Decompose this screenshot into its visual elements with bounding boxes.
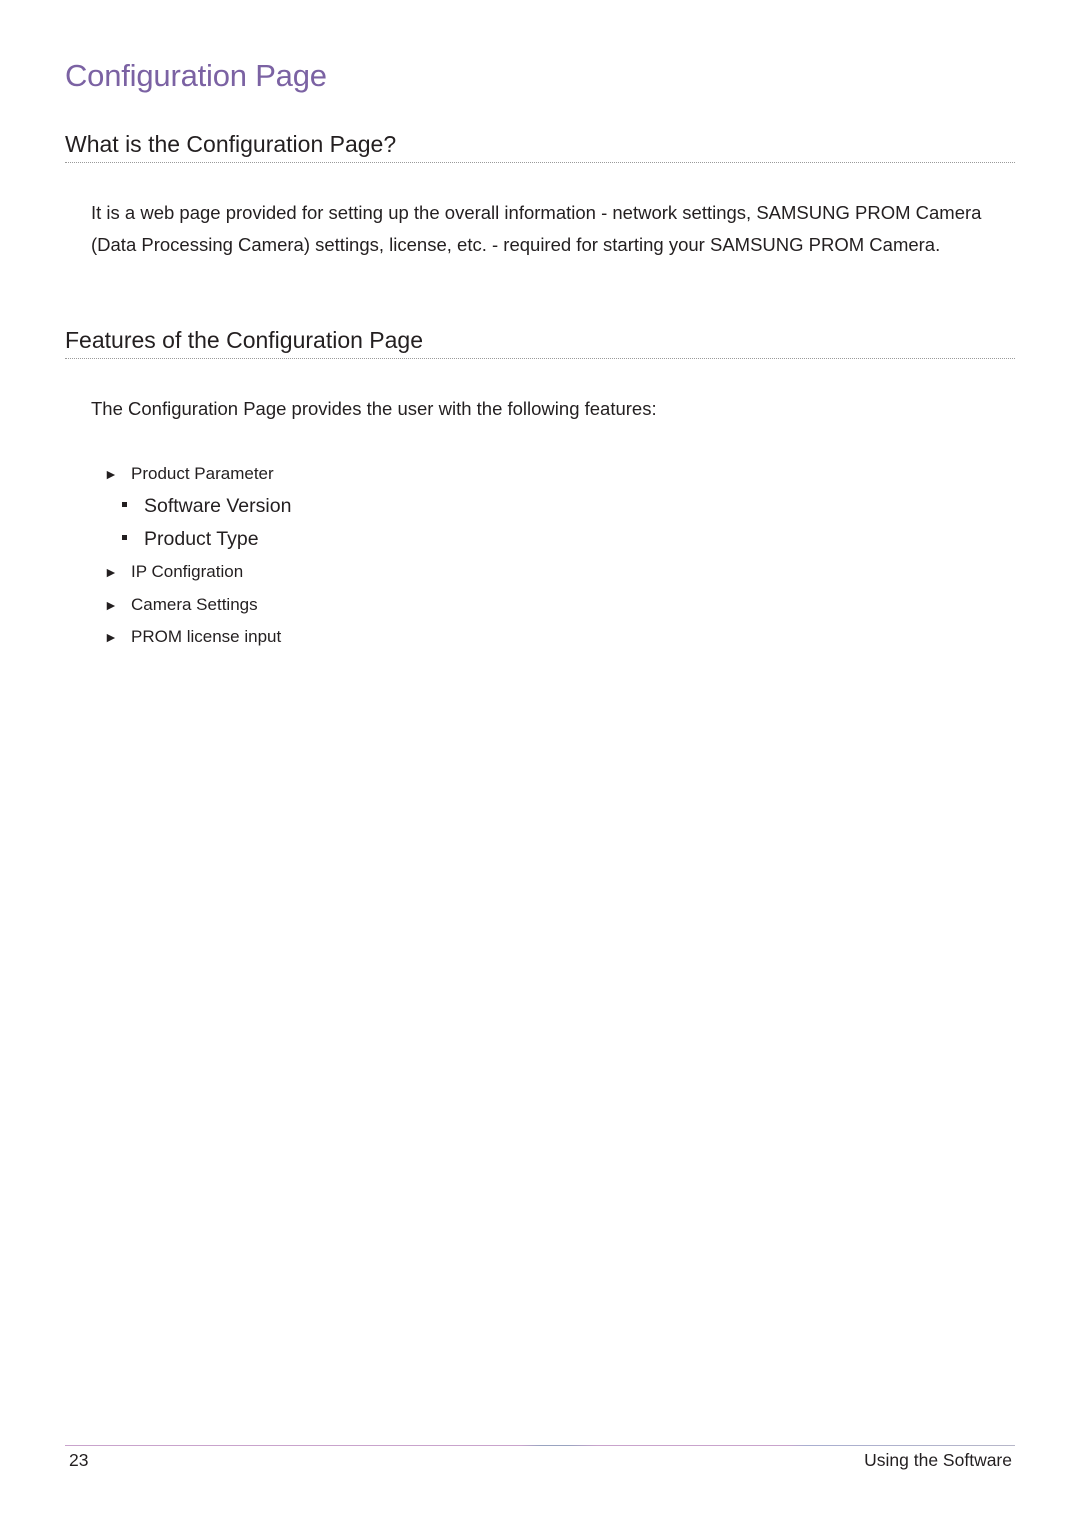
section-heading-features: Features of the Configuration Page	[65, 327, 1015, 359]
triangle-bullet-icon: ►	[104, 597, 118, 613]
feature-subitem: Product Type	[122, 528, 259, 551]
intro-paragraph: It is a web page provided for setting up…	[91, 202, 982, 255]
page-number: 23	[69, 1450, 89, 1470]
feature-label: Product Parameter	[131, 464, 274, 483]
footer-divider	[65, 1445, 1015, 1446]
triangle-bullet-icon: ►	[104, 564, 118, 580]
square-bullet-icon	[122, 502, 127, 508]
subitem-label: Software Version	[144, 495, 292, 517]
subitem-label: Product Type	[144, 528, 259, 550]
triangle-bullet-icon: ►	[104, 629, 118, 645]
feature-label: IP Configration	[131, 562, 244, 581]
triangle-bullet-icon: ►	[104, 466, 118, 482]
square-bullet-icon	[122, 535, 127, 541]
feature-item: ► Product Parameter	[104, 464, 274, 484]
feature-item: ► PROM license input	[104, 627, 281, 647]
feature-subitem: Software Version	[122, 495, 291, 518]
section-heading-what-is: What is the Configuration Page?	[65, 131, 1015, 163]
feature-item: ► Camera Settings	[104, 595, 258, 615]
footer-section-name: Using the Software	[864, 1450, 1012, 1470]
feature-item: ► IP Configration	[104, 562, 243, 582]
features-intro-paragraph: The Configuration Page provides the user…	[91, 398, 657, 419]
page-title: Configuration Page	[65, 58, 327, 93]
feature-label: PROM license input	[131, 627, 282, 646]
feature-label: Camera Settings	[131, 595, 258, 614]
